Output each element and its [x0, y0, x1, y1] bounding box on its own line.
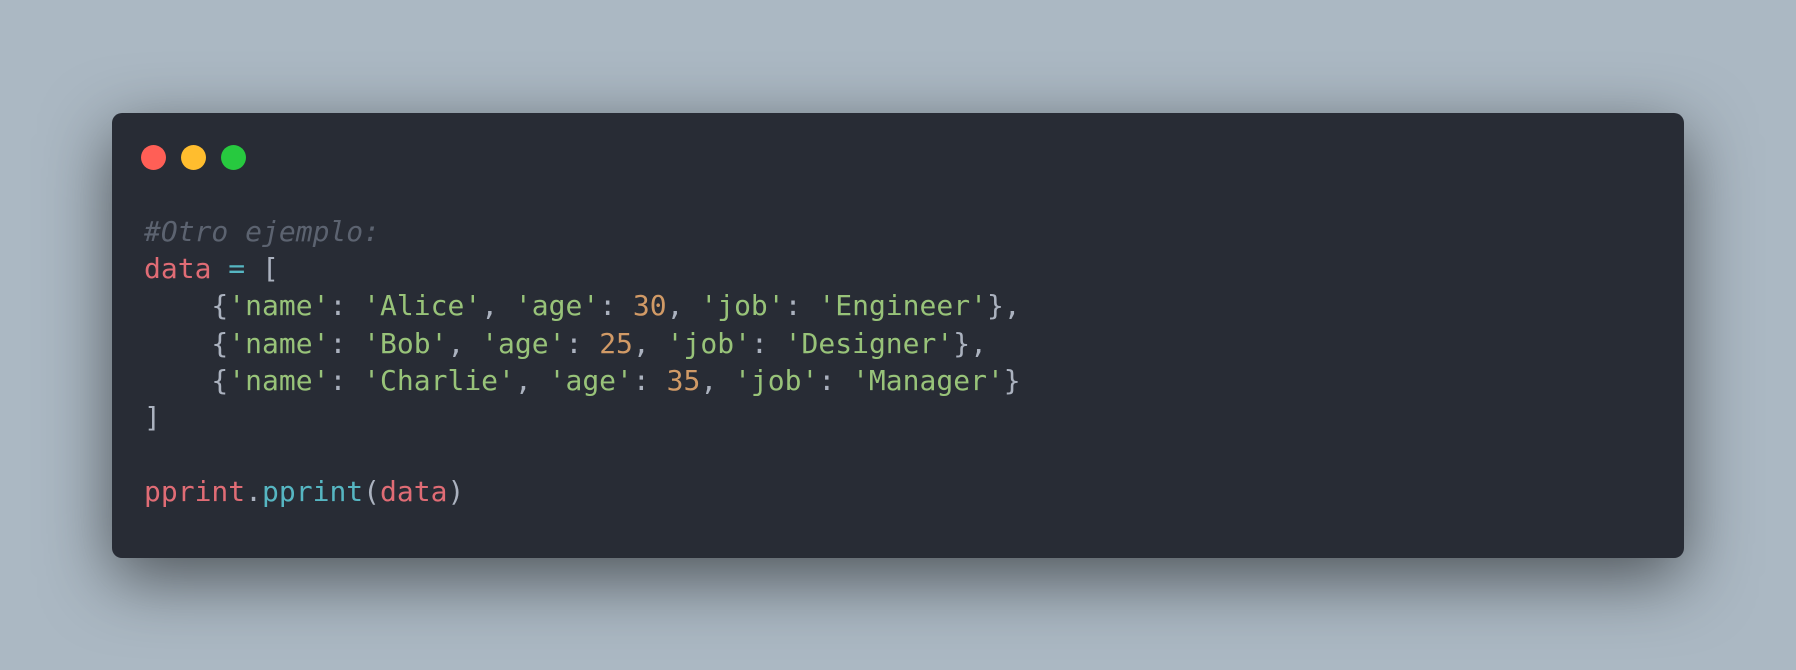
code-token: 'Bob' — [363, 326, 448, 360]
code-token: , — [447, 326, 482, 360]
code-token: [ — [245, 252, 279, 286]
code-token: data — [144, 252, 212, 286]
code-token: : — [818, 363, 853, 397]
code-token: 'age' — [481, 326, 566, 360]
code-token: 35 — [666, 363, 701, 397]
code-token: : — [329, 363, 364, 397]
code-token: 'age' — [514, 289, 600, 323]
close-control-icon[interactable] — [141, 145, 166, 170]
code-window: #Otro ejemplo: data = [ {'name': 'Alice',… — [112, 113, 1684, 558]
code-token: : — [784, 289, 819, 323]
code-line: pprint.pprint(data) — [144, 473, 1021, 510]
code-token: , — [514, 363, 549, 397]
maximize-control-icon[interactable] — [221, 145, 246, 170]
code-token: , — [481, 289, 515, 323]
code-line: ] — [144, 399, 1021, 436]
code-token: } — [1003, 363, 1021, 397]
code-token: 'Manager' — [852, 363, 1004, 397]
code-token: { — [144, 326, 229, 360]
code-block: #Otro ejemplo: data = [ {'name': 'Alice',… — [144, 213, 1021, 511]
code-token: { — [144, 289, 229, 323]
code-token: 25 — [599, 326, 633, 360]
code-token: data — [380, 475, 448, 509]
code-token: 'name' — [228, 363, 330, 397]
code-token: : — [565, 326, 600, 360]
code-token: { — [144, 363, 229, 397]
code-token: pprint — [262, 475, 364, 509]
code-token: . — [245, 475, 263, 509]
code-token: #Otro ejemplo: — [144, 215, 381, 248]
code-token: : — [750, 326, 785, 360]
code-token: : — [599, 289, 633, 323]
code-token: 'name' — [228, 326, 330, 360]
minimize-control-icon[interactable] — [181, 145, 206, 170]
code-line: {'name': 'Charlie', 'age': 35, 'job': 'M… — [144, 362, 1021, 399]
code-token: ] — [144, 400, 161, 434]
code-token: 'job' — [734, 363, 819, 397]
code-token: ) — [447, 475, 465, 509]
code-line: #Otro ejemplo: — [144, 213, 1021, 250]
code-token: 'job' — [666, 326, 751, 360]
code-token: 'Designer' — [784, 326, 954, 360]
code-token: , — [700, 363, 735, 397]
code-token: : — [329, 326, 364, 360]
code-token: }, — [986, 289, 1021, 323]
code-token: pprint — [144, 475, 246, 509]
code-token: , — [666, 289, 701, 323]
code-token: : — [329, 289, 364, 323]
code-token: }, — [953, 326, 987, 360]
window-controls — [141, 145, 246, 170]
code-token: 'name' — [228, 289, 330, 323]
code-token: 'age' — [548, 363, 633, 397]
code-line: data = [ — [144, 250, 1021, 287]
code-line: {'name': 'Alice', 'age': 30, 'job': 'Eng… — [144, 287, 1021, 324]
code-token: 'Engineer' — [818, 289, 987, 323]
code-token: ( — [363, 475, 381, 509]
code-token: : — [632, 363, 667, 397]
code-line: {'name': 'Bob', 'age': 25, 'job': 'Desig… — [144, 325, 1021, 362]
code-token: = — [228, 252, 246, 286]
code-token: , — [632, 326, 667, 360]
code-token: 'Charlie' — [363, 363, 515, 397]
code-token: 30 — [632, 289, 667, 323]
code-token: 'job' — [700, 289, 785, 323]
code-token: 'Alice' — [363, 289, 482, 323]
